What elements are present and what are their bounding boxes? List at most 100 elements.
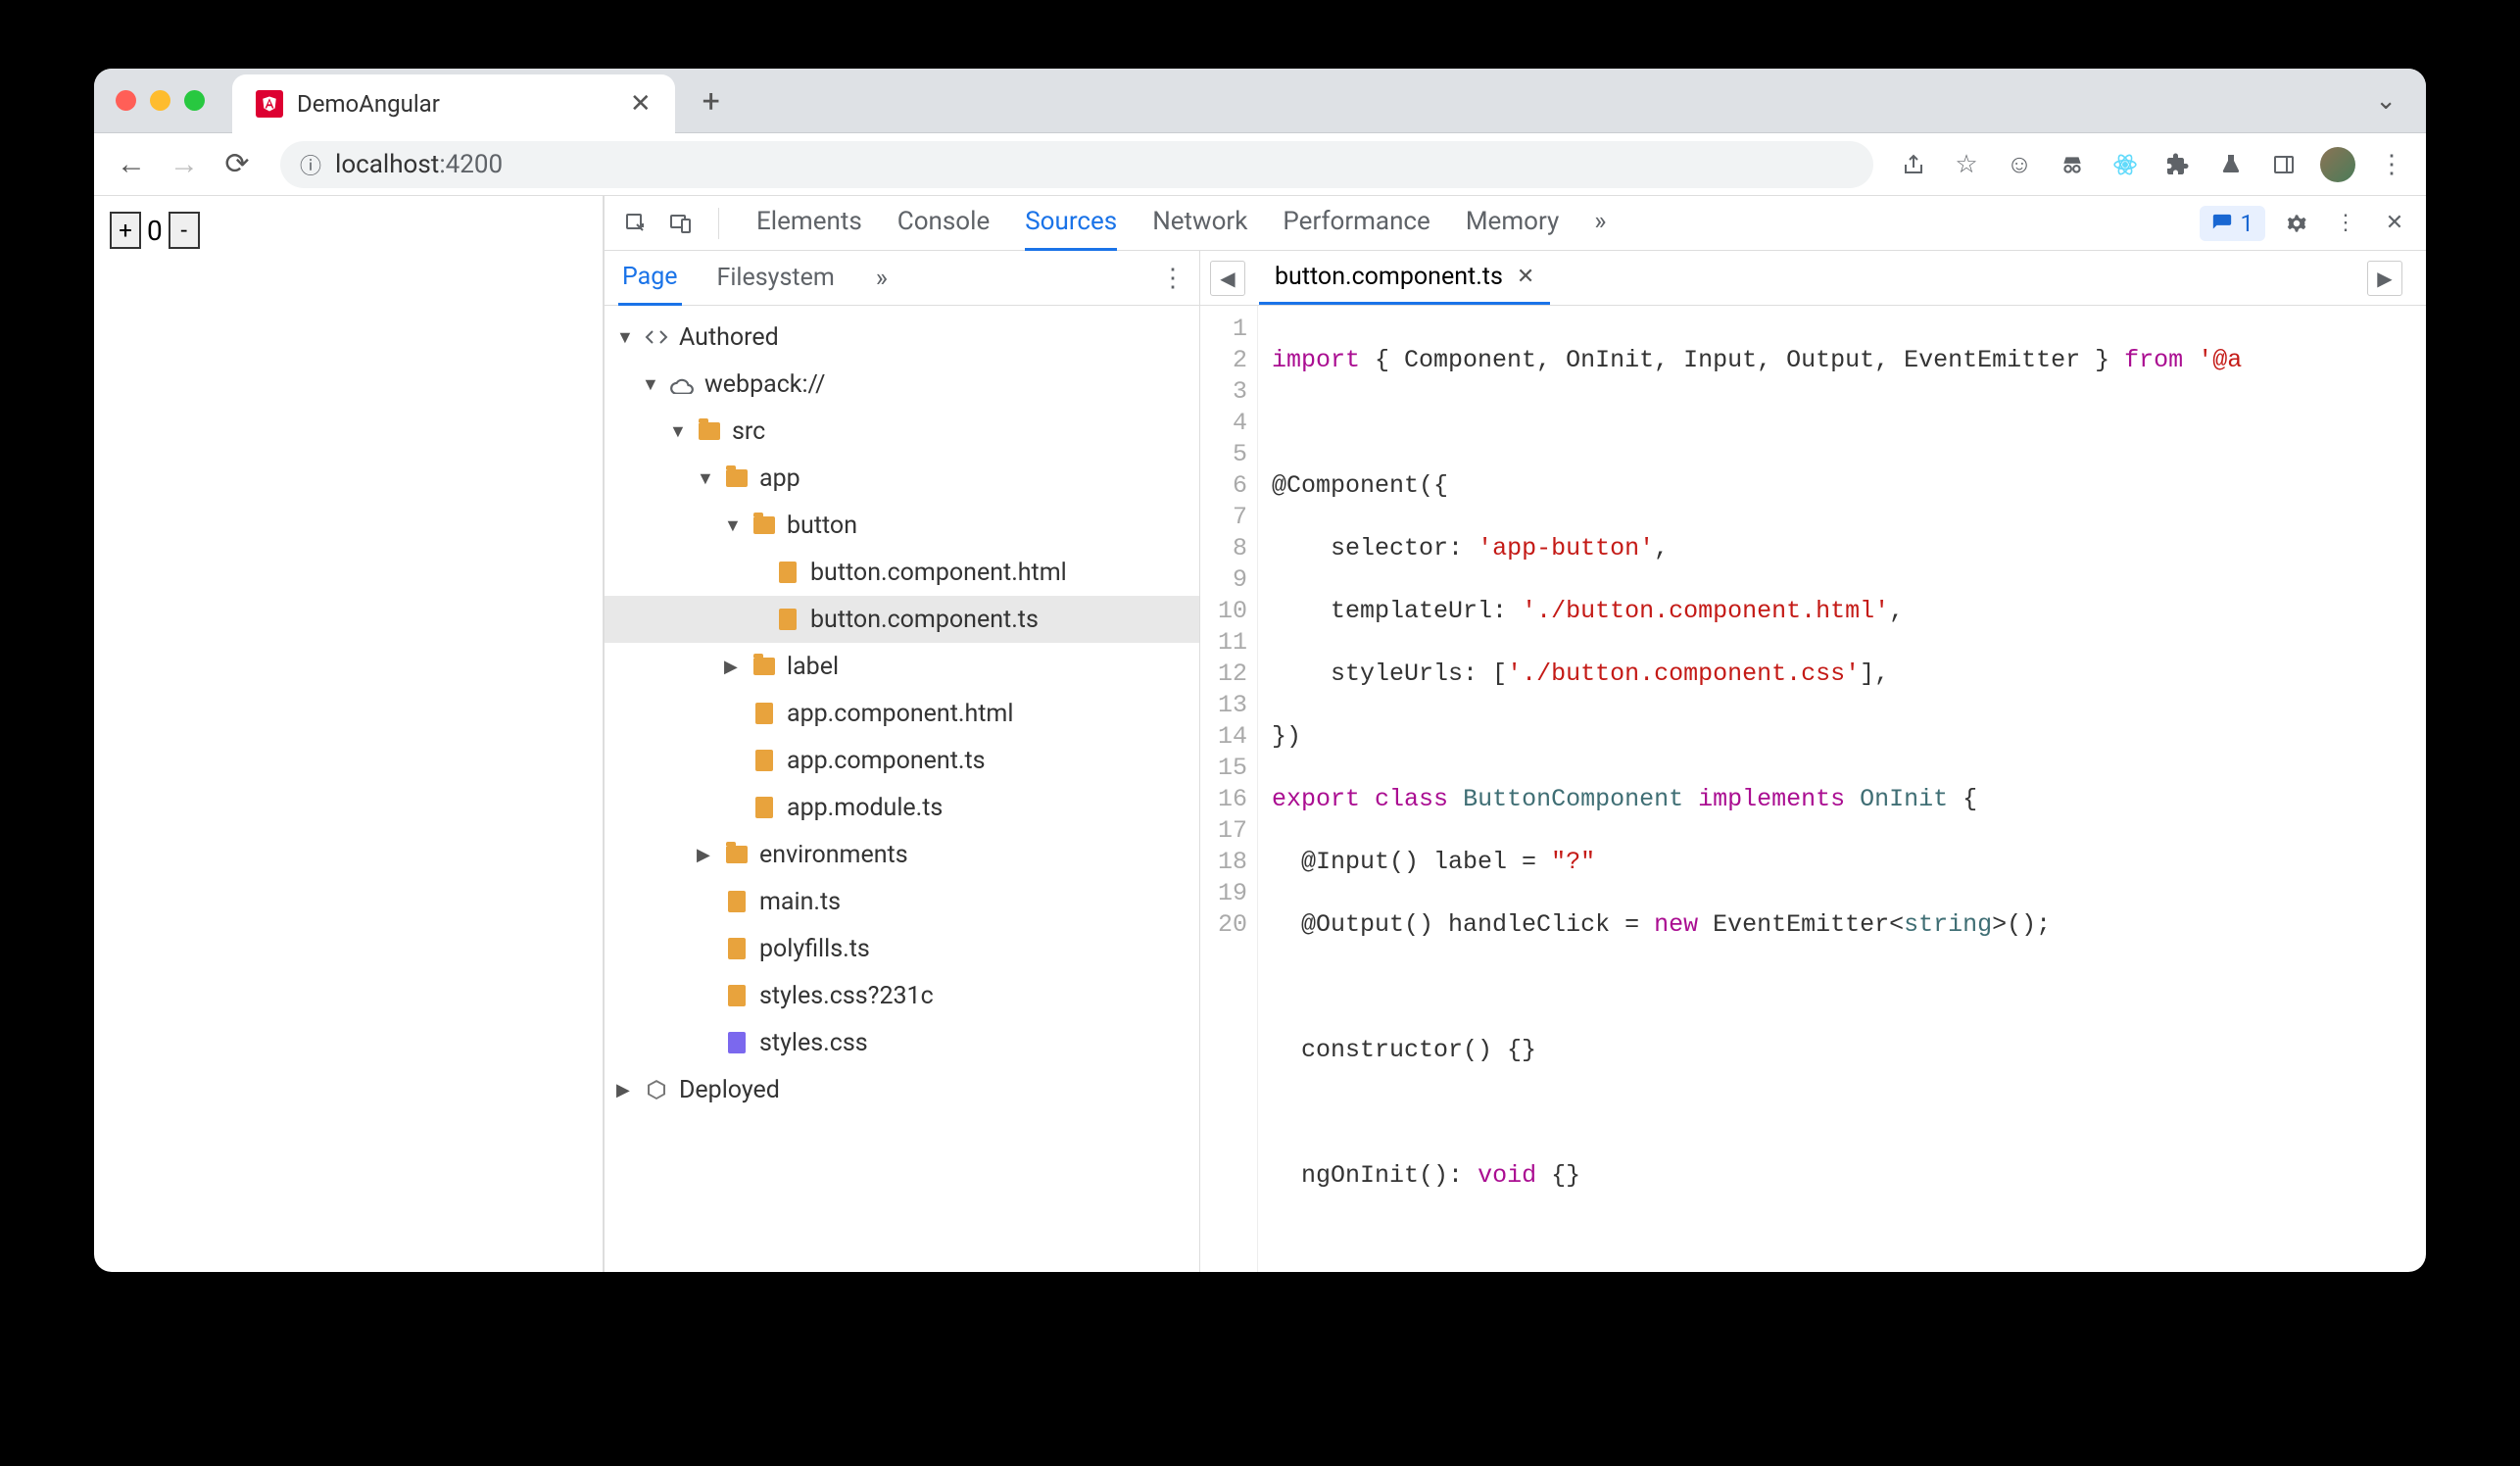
code-icon [644,324,669,350]
tree-app-html[interactable]: app.component.html [605,690,1199,737]
tree-main-ts[interactable]: main.ts [605,878,1199,925]
tab-title: DemoAngular [297,90,440,118]
site-info-icon[interactable]: ⓘ [300,149,321,180]
close-window-button[interactable] [116,90,136,111]
file-icon [751,795,777,820]
chrome-menu-icon[interactable]: ⋮ [2375,148,2408,181]
tabs-dropdown-icon[interactable]: ⌄ [2375,86,2397,116]
inspect-element-icon[interactable] [618,206,654,241]
back-button[interactable]: ← [112,145,151,184]
folder-icon [751,654,777,679]
tree-button-folder[interactable]: ▼button [605,502,1199,549]
line-gutter: 1234567891011121314151617181920 [1200,306,1258,1272]
side-panel-icon[interactable] [2267,148,2301,181]
file-icon [751,701,777,726]
tree-styles[interactable]: styles.css [605,1019,1199,1066]
minimize-window-button[interactable] [150,90,170,111]
navigator-tabs: Page Filesystem » ⋮ [605,251,1199,306]
cloud-icon [669,371,695,397]
folder-icon [697,418,722,444]
nav-menu-icon[interactable]: ⋮ [1160,264,1186,293]
address-bar: ← → ⟳ ⓘ localhost:4200 ☆ ☺ ⋮ [94,133,2426,196]
tree-button-html[interactable]: button.component.html [605,549,1199,596]
file-icon [751,748,777,773]
sources-navigator: Page Filesystem » ⋮ ▼Authored ▼webpack:/… [605,251,1200,1272]
traffic-lights [116,90,205,111]
extensions-puzzle-icon[interactable] [2161,148,2195,181]
folder-icon [751,513,777,538]
editor-tab[interactable]: button.component.ts ✕ [1259,251,1550,305]
tree-app[interactable]: ▼app [605,455,1199,502]
toggle-debugger-icon[interactable]: ▶ [2367,261,2402,296]
tree-button-ts[interactable]: button.component.ts [605,596,1199,643]
device-toolbar-icon[interactable] [663,206,699,241]
settings-gear-icon[interactable] [2279,206,2314,241]
profile-avatar[interactable] [2320,147,2355,182]
tree-webpack[interactable]: ▼webpack:// [605,361,1199,408]
sources-panel: Page Filesystem » ⋮ ▼Authored ▼webpack:/… [605,251,2426,1272]
page-content: + 0 - [94,196,604,1272]
url-input[interactable]: ⓘ localhost:4200 [280,141,1873,188]
issues-count: 1 [2241,210,2254,237]
tree-authored[interactable]: ▼Authored [605,314,1199,361]
devtools-menu-icon[interactable]: ⋮ [2328,206,2363,241]
file-icon [775,607,800,632]
editor-tab-close-icon[interactable]: ✕ [1517,265,1534,289]
devtools-toolbar: Elements Console Sources Network Perform… [605,196,2426,251]
increment-button[interactable]: + [110,212,141,249]
tab-close-icon[interactable]: ✕ [630,89,652,119]
browser-tab[interactable]: DemoAngular ✕ [232,74,675,133]
editor-tabs: ◀ button.component.ts ✕ ▶ [1200,251,2426,306]
angular-favicon-icon [256,90,283,118]
tab-performance[interactable]: Performance [1283,195,1430,251]
extension-react-icon[interactable] [2108,148,2142,181]
tabs-overflow-icon[interactable]: » [1594,195,1606,251]
nav-tabs-overflow-icon[interactable]: » [876,264,888,293]
issues-badge[interactable]: 1 [2200,206,2266,241]
file-icon [724,983,750,1008]
browser-window: DemoAngular ✕ + ⌄ ← → ⟳ ⓘ localhost:4200… [94,69,2426,1272]
code-content: import { Component, OnInit, Input, Outpu… [1258,306,2255,1272]
bookmark-star-icon[interactable]: ☆ [1950,148,1983,181]
tree-polyfills[interactable]: polyfills.ts [605,925,1199,972]
code-editor[interactable]: 1234567891011121314151617181920 import {… [1200,306,2426,1272]
tab-network[interactable]: Network [1152,195,1247,251]
new-tab-button[interactable]: + [703,82,720,120]
tab-console[interactable]: Console [897,195,990,251]
file-icon [724,936,750,961]
url-text: localhost:4200 [335,150,503,179]
extension-flask-icon[interactable] [2214,148,2248,181]
tree-app-module[interactable]: app.module.ts [605,784,1199,831]
tree-label-folder[interactable]: ▶label [605,643,1199,690]
devtools-panel: Elements Console Sources Network Perform… [604,196,2426,1272]
tree-styles-query[interactable]: styles.css?231c [605,972,1199,1019]
tree-deployed[interactable]: ▶Deployed [605,1066,1199,1113]
forward-button[interactable]: → [165,145,204,184]
folder-icon [724,465,750,491]
tab-memory[interactable]: Memory [1466,195,1559,251]
toolbar-icons: ☆ ☺ ⋮ [1897,147,2408,182]
share-icon[interactable] [1897,148,1930,181]
tab-sources[interactable]: Sources [1025,195,1117,251]
tree-src[interactable]: ▼src [605,408,1199,455]
main-area: + 0 - Elements Console Sources Network P… [94,196,2426,1272]
extension-skull-icon[interactable]: ☺ [2003,148,2036,181]
toggle-navigator-icon[interactable]: ◀ [1210,261,1245,296]
reload-button[interactable]: ⟳ [218,145,257,184]
devtools-close-icon[interactable]: ✕ [2377,206,2412,241]
tree-environments[interactable]: ▶environments [605,831,1199,878]
editor-tab-filename: button.component.ts [1275,263,1503,291]
file-tree: ▼Authored ▼webpack:// ▼src ▼app ▼button … [605,306,1199,1121]
tree-app-ts[interactable]: app.component.ts [605,737,1199,784]
extension-incognito-icon[interactable] [2056,148,2089,181]
sources-editor: ◀ button.component.ts ✕ ▶ 12345678910111… [1200,251,2426,1272]
maximize-window-button[interactable] [184,90,205,111]
file-icon [724,889,750,914]
nav-tab-page[interactable]: Page [618,251,682,306]
nav-tab-filesystem[interactable]: Filesystem [713,252,839,304]
file-icon [775,560,800,585]
folder-icon [724,842,750,867]
decrement-button[interactable]: - [169,212,200,249]
titlebar: DemoAngular ✕ + ⌄ [94,69,2426,133]
tab-elements[interactable]: Elements [756,195,862,251]
